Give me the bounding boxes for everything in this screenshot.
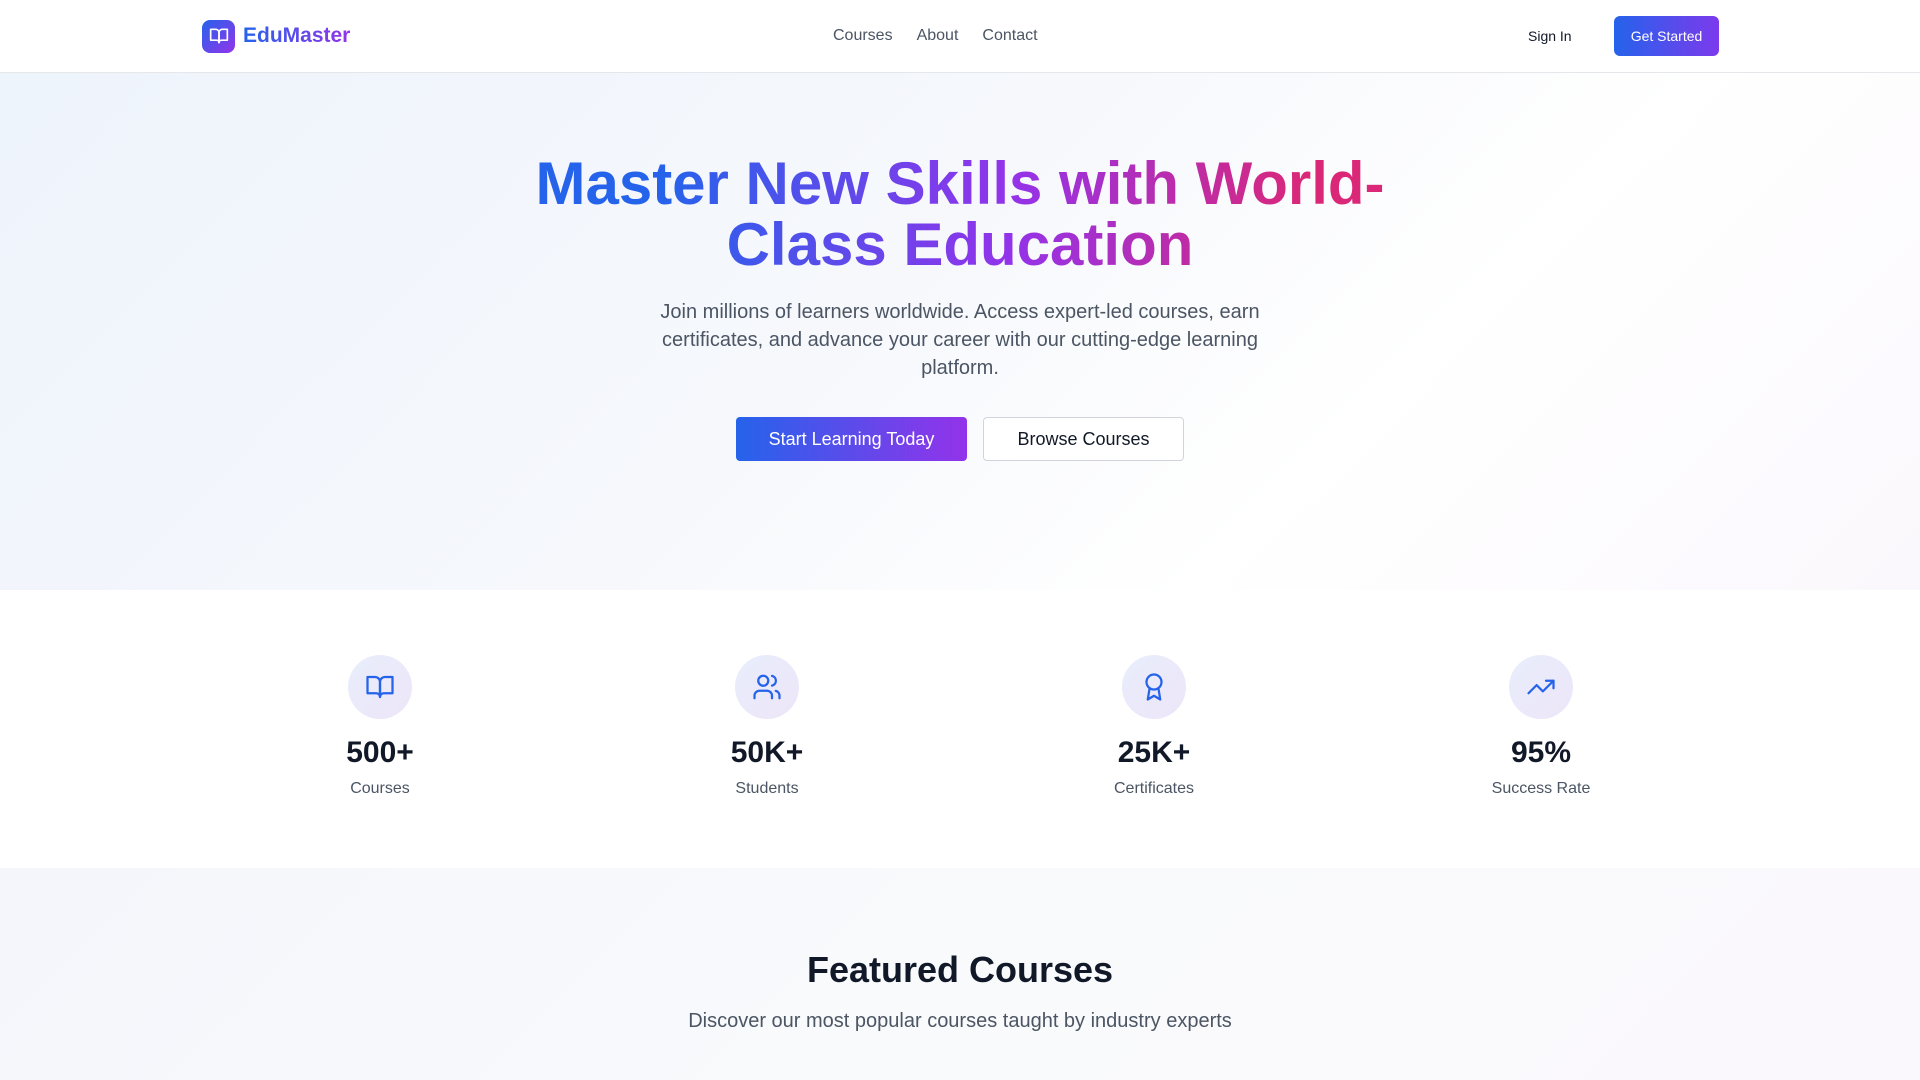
nav-link-courses[interactable]: Courses bbox=[833, 24, 893, 48]
stat-label: Courses bbox=[350, 780, 410, 797]
main-nav: Courses About Contact bbox=[833, 24, 1038, 48]
award-icon bbox=[1122, 655, 1186, 719]
hero-subtitle: Join millions of learners worldwide. Acc… bbox=[660, 301, 1260, 379]
start-learning-button[interactable]: Start Learning Today bbox=[736, 417, 967, 461]
book-open-icon bbox=[202, 19, 235, 53]
stat-certificates: 25K+ Certificates bbox=[1034, 655, 1274, 801]
stat-students: 50K+ Students bbox=[647, 655, 887, 801]
featured-subtitle: Discover our most popular courses taught… bbox=[688, 1010, 1232, 1032]
hero-title: Master New Skills with World-Class Educa… bbox=[460, 153, 1460, 275]
book-open-icon bbox=[348, 655, 412, 719]
featured-title: Featured Courses bbox=[806, 949, 1114, 990]
browse-courses-button[interactable]: Browse Courses bbox=[983, 417, 1184, 461]
brand-name: EduMaster bbox=[243, 24, 351, 47]
stat-value: 500+ bbox=[346, 736, 414, 769]
stat-success-rate: 95% Success Rate bbox=[1421, 655, 1661, 801]
stat-courses: 500+ Courses bbox=[260, 655, 500, 801]
navbar: EduMaster Courses About Contact Sign In … bbox=[0, 0, 1920, 73]
stat-value: 95% bbox=[1510, 736, 1572, 769]
hero-section: Master New Skills with World-Class Educa… bbox=[0, 73, 1920, 590]
stat-label: Students bbox=[735, 780, 799, 797]
sign-in-link[interactable]: Sign In bbox=[1528, 25, 1572, 47]
nav-link-about[interactable]: About bbox=[917, 24, 959, 48]
featured-courses-section: Featured Courses Discover our most popul… bbox=[0, 868, 1920, 1080]
nav-link-contact[interactable]: Contact bbox=[982, 24, 1037, 48]
brand-logo-link[interactable]: EduMaster bbox=[202, 19, 350, 53]
stat-value: 50K+ bbox=[730, 736, 804, 769]
stat-value: 25K+ bbox=[1117, 736, 1191, 769]
get-started-button[interactable]: Get Started bbox=[1614, 16, 1719, 56]
stats-section: 500+ Courses 50K+ Students 25K+ Certific… bbox=[0, 590, 1920, 868]
stat-label: Success Rate bbox=[1491, 780, 1591, 797]
stat-label: Certificates bbox=[1113, 780, 1195, 797]
trending-up-icon bbox=[1509, 655, 1573, 719]
users-icon bbox=[735, 655, 799, 719]
